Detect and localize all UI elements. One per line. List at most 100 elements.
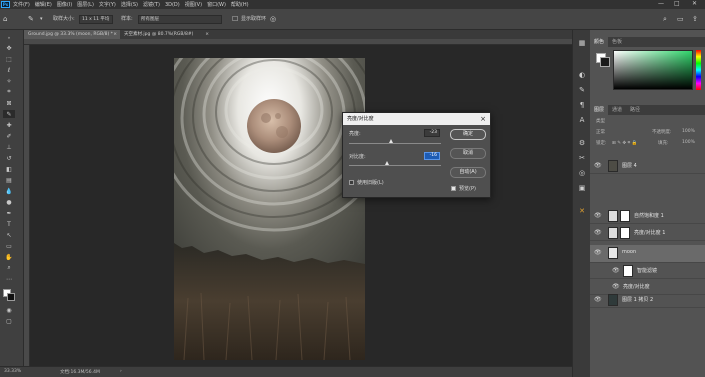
- pen-tool-icon[interactable]: ✒: [3, 209, 15, 217]
- maximize-button[interactable]: □: [674, 0, 680, 7]
- ring-icon[interactable]: ◎: [270, 15, 276, 24]
- search-icon[interactable]: ⌕: [663, 15, 667, 24]
- close-app-button[interactable]: ✕: [692, 0, 697, 7]
- auto-button[interactable]: 自动(A): [450, 167, 486, 178]
- rectangle-tool-icon[interactable]: ▭: [3, 242, 15, 250]
- layer-row[interactable]: 👁 自然饱和度 1: [590, 208, 705, 224]
- menu-layer[interactable]: 图层(L): [77, 1, 94, 8]
- eraser-tool-icon[interactable]: ◧: [3, 165, 15, 173]
- cancel-button[interactable]: 取消: [450, 148, 486, 159]
- actions-panel-icon[interactable]: A: [577, 115, 587, 125]
- status-menu-arrow-icon[interactable]: ›: [120, 369, 122, 374]
- blur-tool-icon[interactable]: 💧: [3, 187, 15, 195]
- layer-row[interactable]: 👁 亮度/对比度 1: [590, 225, 705, 241]
- brightness-input[interactable]: -23: [424, 129, 440, 137]
- history-brush-tool-icon[interactable]: ↺: [3, 154, 15, 162]
- eyedropper-icon[interactable]: ✎: [28, 15, 34, 24]
- menu-help[interactable]: 帮助(H): [231, 1, 249, 8]
- screen-mode-icon[interactable]: ▢: [3, 317, 15, 325]
- eye-icon[interactable]: 👁: [612, 267, 620, 274]
- ok-button[interactable]: 确定: [450, 129, 486, 140]
- styles-panel-icon[interactable]: ◎: [577, 168, 587, 178]
- menu-edit[interactable]: 编辑(E): [35, 1, 52, 8]
- more-tools-icon[interactable]: ⋯: [3, 275, 15, 283]
- hand-tool-icon[interactable]: ✋: [3, 253, 15, 261]
- tab-sky[interactable]: 天空素材.jpg @ 80.7%(RGB/8#) ×: [120, 30, 212, 39]
- preview-checkbox[interactable]: [451, 186, 456, 191]
- tab-sky-close-icon[interactable]: ×: [205, 30, 209, 39]
- crop-tool-icon[interactable]: ⌗: [3, 88, 15, 96]
- fill-value[interactable]: 100%: [682, 140, 695, 145]
- menu-view[interactable]: 视图(V): [185, 1, 202, 8]
- show-ring-checkbox[interactable]: ☐: [232, 15, 238, 24]
- collapse-toolbar-icon[interactable]: »: [3, 33, 15, 41]
- close-icon[interactable]: ×: [480, 113, 486, 125]
- healing-brush-tool-icon[interactable]: ✚: [3, 121, 15, 129]
- eye-icon[interactable]: 👁: [594, 296, 602, 303]
- lasso-tool-icon[interactable]: ℓ: [3, 66, 15, 74]
- tab-layers[interactable]: 图层: [590, 105, 609, 115]
- contrast-slider-track[interactable]: [349, 165, 441, 166]
- tab-paths[interactable]: 路径: [626, 105, 644, 115]
- quick-mask-icon[interactable]: ◉: [3, 306, 15, 314]
- tab-ground-close-icon[interactable]: ×: [113, 30, 117, 39]
- brightness-slider-thumb[interactable]: [388, 139, 393, 143]
- menu-select[interactable]: 选择(S): [121, 1, 138, 8]
- tools-cross-icon[interactable]: ✕: [577, 206, 587, 216]
- menu-type[interactable]: 文字(Y): [99, 1, 116, 8]
- menu-image[interactable]: 图像(I): [57, 1, 72, 8]
- paths-panel-icon[interactable]: ▣: [577, 183, 587, 193]
- brushes-panel-icon[interactable]: ✂: [577, 153, 587, 163]
- color-picker-field[interactable]: [613, 50, 693, 90]
- libraries-panel-icon[interactable]: ✎: [577, 85, 587, 95]
- sample-size-select[interactable]: 11 x 11 平均: [79, 15, 113, 24]
- move-tool-icon[interactable]: ✥: [3, 44, 15, 52]
- clone-stamp-tool-icon[interactable]: ⊥: [3, 143, 15, 151]
- brush-tool-icon[interactable]: ✐: [3, 132, 15, 140]
- contrast-input[interactable]: -16: [424, 152, 440, 160]
- contrast-slider-thumb[interactable]: [385, 161, 390, 165]
- layer-row[interactable]: 👁 图层 1 拷贝 2: [590, 292, 705, 308]
- eye-icon[interactable]: 👁: [594, 249, 602, 256]
- zoom-tool-icon[interactable]: ⌕: [3, 264, 15, 272]
- info-panel-icon[interactable]: ¶: [577, 100, 587, 110]
- menu-window[interactable]: 窗口(W): [207, 1, 226, 8]
- quick-select-tool-icon[interactable]: ✧: [3, 77, 15, 85]
- menu-3d[interactable]: 3D(D): [165, 2, 180, 8]
- dodge-tool-icon[interactable]: ●: [3, 198, 15, 206]
- minimize-button[interactable]: —: [658, 0, 664, 7]
- eyedropper-tool-icon[interactable]: ✎: [3, 110, 15, 118]
- zoom-level[interactable]: 33.33%: [4, 369, 21, 374]
- document-image[interactable]: [174, 58, 365, 360]
- tool-preset-arrow-icon[interactable]: ▾: [40, 15, 43, 24]
- menu-file[interactable]: 文件(F): [13, 1, 30, 8]
- tab-channels[interactable]: 通道: [608, 105, 626, 115]
- eye-icon[interactable]: 👁: [594, 162, 602, 169]
- type-tool-icon[interactable]: T: [3, 220, 15, 228]
- path-select-tool-icon[interactable]: ↖: [3, 231, 15, 239]
- home-icon[interactable]: ⌂: [3, 15, 7, 24]
- dialog-title-bar[interactable]: 亮度/对比度 ×: [343, 113, 490, 125]
- blend-mode-select[interactable]: 正常: [596, 129, 605, 135]
- filter-kind-select[interactable]: 类型: [596, 118, 605, 124]
- eye-icon[interactable]: 👁: [594, 229, 602, 236]
- lock-icons[interactable]: ⊞ ✎ ✥ ⌗ 🔒: [612, 140, 637, 146]
- tab-swatches[interactable]: 色板: [608, 37, 626, 47]
- legacy-checkbox[interactable]: [349, 180, 354, 185]
- color-panel-background[interactable]: [600, 57, 610, 67]
- menu-filter[interactable]: 滤镜(T): [143, 1, 160, 8]
- hue-slider[interactable]: [696, 50, 701, 90]
- layer-row[interactable]: 👁 智能滤镜: [590, 263, 705, 279]
- workspace-icon[interactable]: ▭: [677, 15, 684, 24]
- properties-panel-icon[interactable]: ⚙: [577, 138, 587, 148]
- tab-ground[interactable]: Ground.jpg @ 33.3% (moon, RGB/8) * ×: [24, 30, 120, 39]
- frame-tool-icon[interactable]: ⊠: [3, 99, 15, 107]
- history-panel-icon[interactable]: ▦: [577, 38, 587, 48]
- layer-row[interactable]: 👁 图层 4: [590, 158, 705, 174]
- opacity-value[interactable]: 100%: [682, 129, 695, 134]
- adjustments-panel-icon[interactable]: ◐: [577, 70, 587, 80]
- background-color-swatch[interactable]: [7, 293, 15, 301]
- gradient-tool-icon[interactable]: ▤: [3, 176, 15, 184]
- tab-color[interactable]: 颜色: [590, 37, 609, 47]
- eye-icon[interactable]: 👁: [612, 283, 620, 290]
